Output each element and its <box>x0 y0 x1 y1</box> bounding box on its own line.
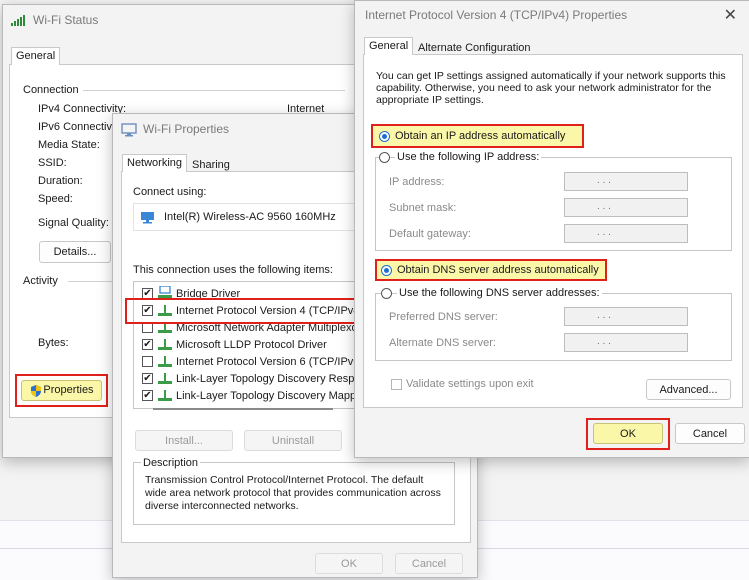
tab-label: General <box>369 40 409 52</box>
subnet-mask-label: Subnet mask: <box>389 202 457 214</box>
protocol-icon <box>158 373 172 384</box>
ip-dots: . . . <box>597 175 611 186</box>
close-icon[interactable]: ✕ <box>724 5 737 25</box>
status-row-label: Duration: <box>38 175 83 187</box>
button-label: OK <box>620 428 636 440</box>
status-row-label: Speed: <box>38 193 73 205</box>
button-label: OK <box>341 558 357 570</box>
obtain-dns-auto-radio[interactable] <box>381 265 392 276</box>
protocol-icon <box>158 339 172 350</box>
properties-button[interactable]: Properties <box>21 380 102 401</box>
ipv4-item-highlight <box>125 298 359 324</box>
window-title: Internet Protocol Version 4 (TCP/IPv4) P… <box>365 8 628 22</box>
connection-group-label: Connection <box>23 84 79 96</box>
advanced-button[interactable]: Advanced... <box>646 379 731 400</box>
tab-general[interactable]: General <box>11 47 61 65</box>
cancel-button[interactable]: Cancel <box>675 423 745 444</box>
tab-label: Networking <box>127 157 183 169</box>
items-label: This connection uses the following items… <box>133 264 333 276</box>
bytes-label: Bytes: <box>38 337 69 349</box>
item-label: Microsoft LLDP Protocol Driver <box>176 339 327 351</box>
uninstall-button[interactable]: Uninstall <box>244 430 342 451</box>
adapter-field: Intel(R) Wireless-AC 9560 160MHz <box>133 203 361 231</box>
ok-button[interactable]: OK <box>315 553 383 574</box>
item-checkbox[interactable]: ✔ <box>142 373 153 384</box>
status-row-label: Media State: <box>38 139 100 151</box>
signal-quality-label: Signal Quality: <box>38 217 109 229</box>
protocol-icon <box>158 390 172 401</box>
adapter-name: Intel(R) Wireless-AC 9560 160MHz <box>164 211 336 223</box>
item-label: Link-Layer Topology Discovery Mappe <box>176 390 361 402</box>
ip-dots: . . . <box>597 336 611 347</box>
status-row-label: IPv6 Connectivi <box>38 121 115 133</box>
wifi-signal-icon <box>11 15 25 26</box>
tab-general[interactable]: General <box>364 37 414 55</box>
default-gateway-label: Default gateway: <box>389 228 471 240</box>
preferred-dns-label: Preferred DNS server: <box>389 311 498 323</box>
ip-dots: . . . <box>597 201 611 212</box>
list-horizontal-scrollbar[interactable] <box>153 408 333 410</box>
obtain-ip-auto-radio[interactable] <box>379 131 390 142</box>
protocol-icon <box>158 356 172 367</box>
use-following-dns-radio[interactable] <box>381 288 392 299</box>
ip-dots: . . . <box>597 310 611 321</box>
network-card-icon <box>141 212 154 224</box>
obtain-ip-auto-label[interactable]: Obtain an IP address automatically <box>395 130 565 142</box>
item-checkbox[interactable]: ✔ <box>142 339 153 350</box>
validate-label[interactable]: Validate settings upon exit <box>406 378 534 390</box>
activity-group-label: Activity <box>23 275 58 287</box>
wifi-status-titlebar[interactable]: Wi-Fi Status <box>3 5 361 35</box>
button-label: Properties <box>43 384 94 396</box>
default-gateway-field[interactable]: . . . <box>564 224 688 243</box>
cancel-button[interactable]: Cancel <box>395 553 463 574</box>
ipv4-properties-titlebar[interactable]: Internet Protocol Version 4 (TCP/IPv4) P… <box>355 1 749 31</box>
tab-label: General <box>16 50 56 62</box>
alternate-dns-field[interactable]: . . . <box>564 333 688 352</box>
item-label: Link-Layer Topology Discovery Respo <box>176 373 361 385</box>
ip-address-field[interactable]: . . . <box>564 172 688 191</box>
button-label: Details... <box>53 246 97 258</box>
item-checkbox[interactable]: ✔ <box>142 390 153 401</box>
ipv4-properties-window: Internet Protocol Version 4 (TCP/IPv4) P… <box>354 0 749 458</box>
validate-checkbox[interactable] <box>391 379 402 390</box>
subnet-mask-field[interactable]: . . . <box>564 198 688 217</box>
button-label: Install... <box>165 435 203 447</box>
button-label: Uninstall <box>271 435 315 447</box>
button-label: Cancel <box>692 428 728 440</box>
button-label: Cancel <box>411 558 447 570</box>
item-label: Internet Protocol Version 6 (TCP/IPv6 <box>176 356 360 368</box>
description-text: Transmission Control Protocol/Internet P… <box>145 474 441 512</box>
ok-button[interactable]: OK <box>593 423 663 444</box>
obtain-dns-auto-label[interactable]: Obtain DNS server address automatically <box>397 264 599 276</box>
install-button[interactable]: Install... <box>135 430 233 451</box>
preferred-dns-field[interactable]: . . . <box>564 307 688 326</box>
use-following-ip-label[interactable]: Use the following IP address: <box>395 151 542 163</box>
alternate-dns-label: Alternate DNS server: <box>389 337 496 349</box>
ip-address-label: IP address: <box>389 176 445 188</box>
button-label: Advanced... <box>659 384 718 396</box>
item-checkbox[interactable] <box>142 356 153 367</box>
use-following-ip-radio[interactable] <box>379 152 390 163</box>
intro-text: You can get IP settings assigned automat… <box>376 70 726 106</box>
details-button[interactable]: Details... <box>39 241 111 263</box>
tab-networking[interactable]: Networking <box>122 154 188 172</box>
ip-dots: . . . <box>597 227 611 238</box>
window-title: Wi-Fi Properties <box>143 122 230 136</box>
use-following-dns-label[interactable]: Use the following DNS server addresses: <box>397 287 602 299</box>
tab-label: Alternate Configuration <box>418 42 531 54</box>
admin-shield-icon <box>31 385 41 397</box>
description-label: Description <box>141 457 201 469</box>
network-adapter-icon <box>121 123 137 137</box>
window-title: Wi-Fi Status <box>33 13 99 27</box>
status-row-label: SSID: <box>38 157 67 169</box>
tab-label: Sharing <box>192 159 230 171</box>
connection-divider <box>83 90 345 91</box>
connect-using-label: Connect using: <box>133 186 207 198</box>
